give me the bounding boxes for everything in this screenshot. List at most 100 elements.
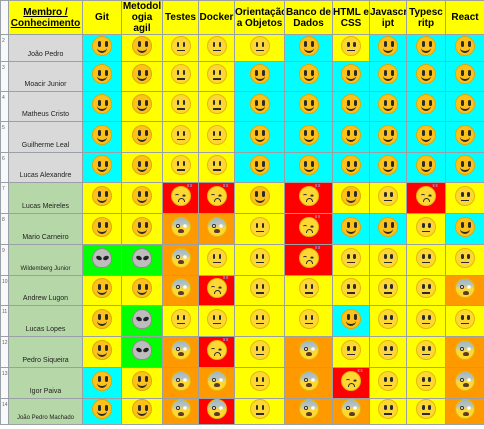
skill-cell[interactable]: [284, 61, 333, 92]
skill-cell[interactable]: [284, 34, 333, 62]
member-name-cell[interactable]: Guilherme Leal: [8, 121, 83, 153]
skill-cell[interactable]: [234, 398, 285, 425]
row-number[interactable]: 12: [0, 336, 9, 368]
skill-cell[interactable]: [121, 305, 163, 337]
header-skill[interactable]: Javascr ipt: [369, 0, 407, 35]
skill-cell[interactable]: [121, 336, 163, 368]
row-number[interactable]: 6: [0, 152, 9, 183]
row-number[interactable]: 8: [0, 213, 9, 245]
skill-cell[interactable]: [121, 61, 163, 92]
skill-cell[interactable]: [121, 367, 163, 399]
skill-cell[interactable]: [121, 275, 163, 306]
row-number[interactable]: 13: [0, 367, 9, 399]
skill-cell[interactable]: [369, 244, 407, 276]
skill-cell[interactable]: [445, 336, 484, 368]
skill-cell[interactable]: [162, 336, 199, 368]
skill-cell[interactable]: [82, 244, 122, 276]
skill-cell[interactable]: ᶻᶻ: [162, 182, 199, 214]
skill-cell[interactable]: ᶻᶻ: [198, 336, 235, 368]
skill-cell[interactable]: [121, 121, 163, 153]
row-number[interactable]: 11: [0, 305, 9, 337]
skill-cell[interactable]: [82, 305, 122, 337]
skill-cell[interactable]: ᶻᶻ: [284, 213, 333, 245]
skill-cell[interactable]: [445, 398, 484, 425]
member-name-cell[interactable]: Lucas Alexandre: [8, 152, 83, 183]
header-skill[interactable]: Metodol ogia agil: [121, 0, 163, 35]
skill-cell[interactable]: [369, 398, 407, 425]
skill-cell[interactable]: [82, 336, 122, 368]
skill-cell[interactable]: [406, 213, 446, 245]
skill-cell[interactable]: [445, 275, 484, 306]
skill-cell[interactable]: [369, 34, 407, 62]
skill-cell[interactable]: [162, 213, 199, 245]
skill-cell[interactable]: [82, 367, 122, 399]
skill-cell[interactable]: [406, 305, 446, 337]
skill-cell[interactable]: [445, 152, 484, 183]
skill-cell[interactable]: [406, 398, 446, 425]
skill-cell[interactable]: [162, 91, 199, 122]
skill-cell[interactable]: [406, 61, 446, 92]
skill-cell[interactable]: [162, 275, 199, 306]
skill-cell[interactable]: [406, 121, 446, 153]
skill-cell[interactable]: [162, 398, 199, 425]
skill-cell[interactable]: [198, 244, 235, 276]
skill-cell[interactable]: [82, 34, 122, 62]
skill-cell[interactable]: [162, 244, 199, 276]
skill-cell[interactable]: [82, 398, 122, 425]
header-skill[interactable]: Banco de Dados: [284, 0, 333, 35]
skill-cell[interactable]: [82, 61, 122, 92]
skill-cell[interactable]: [234, 305, 285, 337]
skill-cell[interactable]: [369, 152, 407, 183]
skill-cell[interactable]: [284, 367, 333, 399]
header-skill[interactable]: Docker: [198, 0, 235, 35]
skill-cell[interactable]: [82, 213, 122, 245]
skill-cell[interactable]: [406, 34, 446, 62]
skill-cell[interactable]: [234, 275, 285, 306]
skill-cell[interactable]: [234, 34, 285, 62]
skill-cell[interactable]: [332, 398, 370, 425]
skill-cell[interactable]: [198, 367, 235, 399]
skill-cell[interactable]: [198, 213, 235, 245]
skill-cell[interactable]: [445, 91, 484, 122]
skill-cell[interactable]: [445, 182, 484, 214]
row-number[interactable]: 5: [0, 121, 9, 153]
row-number[interactable]: 4: [0, 91, 9, 122]
skill-cell[interactable]: ᶻᶻ: [284, 182, 333, 214]
skill-cell[interactable]: [121, 244, 163, 276]
header-skill[interactable]: React: [445, 0, 484, 35]
skill-cell[interactable]: [445, 34, 484, 62]
skill-cell[interactable]: [198, 61, 235, 92]
header-skill[interactable]: HTML e CSS: [332, 0, 370, 35]
skill-cell[interactable]: [82, 121, 122, 153]
skill-cell[interactable]: [82, 275, 122, 306]
skill-cell[interactable]: [332, 182, 370, 214]
skill-cell[interactable]: [82, 182, 122, 214]
header-member[interactable]: Membro / Conhecimento: [8, 0, 83, 35]
skill-cell[interactable]: [121, 34, 163, 62]
skill-cell[interactable]: ᶻᶻ: [198, 275, 235, 306]
skill-cell[interactable]: [234, 61, 285, 92]
skill-cell[interactable]: [121, 182, 163, 214]
member-name-cell[interactable]: Lucas Lopes: [8, 305, 83, 337]
skill-cell[interactable]: [162, 34, 199, 62]
skill-cell[interactable]: [445, 61, 484, 92]
skill-cell[interactable]: [369, 91, 407, 122]
skill-cell[interactable]: [162, 121, 199, 153]
skill-cell[interactable]: [82, 152, 122, 183]
skill-cell[interactable]: [332, 61, 370, 92]
skill-cell[interactable]: [198, 34, 235, 62]
skill-cell[interactable]: [234, 367, 285, 399]
skill-cell[interactable]: [284, 275, 333, 306]
skill-cell[interactable]: [369, 121, 407, 153]
member-name-cell[interactable]: Wildemberg Junior: [8, 244, 83, 276]
header-skill[interactable]: Typesc ritp: [406, 0, 446, 35]
skill-cell[interactable]: [284, 336, 333, 368]
member-name-cell[interactable]: João Pedro: [8, 34, 83, 62]
skill-cell[interactable]: [406, 336, 446, 368]
row-number[interactable]: 2: [0, 34, 9, 62]
header-skill[interactable]: Testes: [162, 0, 199, 35]
row-number[interactable]: 14: [0, 398, 9, 425]
member-name-cell[interactable]: Mario Carneiro: [8, 213, 83, 245]
skill-cell[interactable]: [332, 275, 370, 306]
skill-cell[interactable]: [234, 152, 285, 183]
